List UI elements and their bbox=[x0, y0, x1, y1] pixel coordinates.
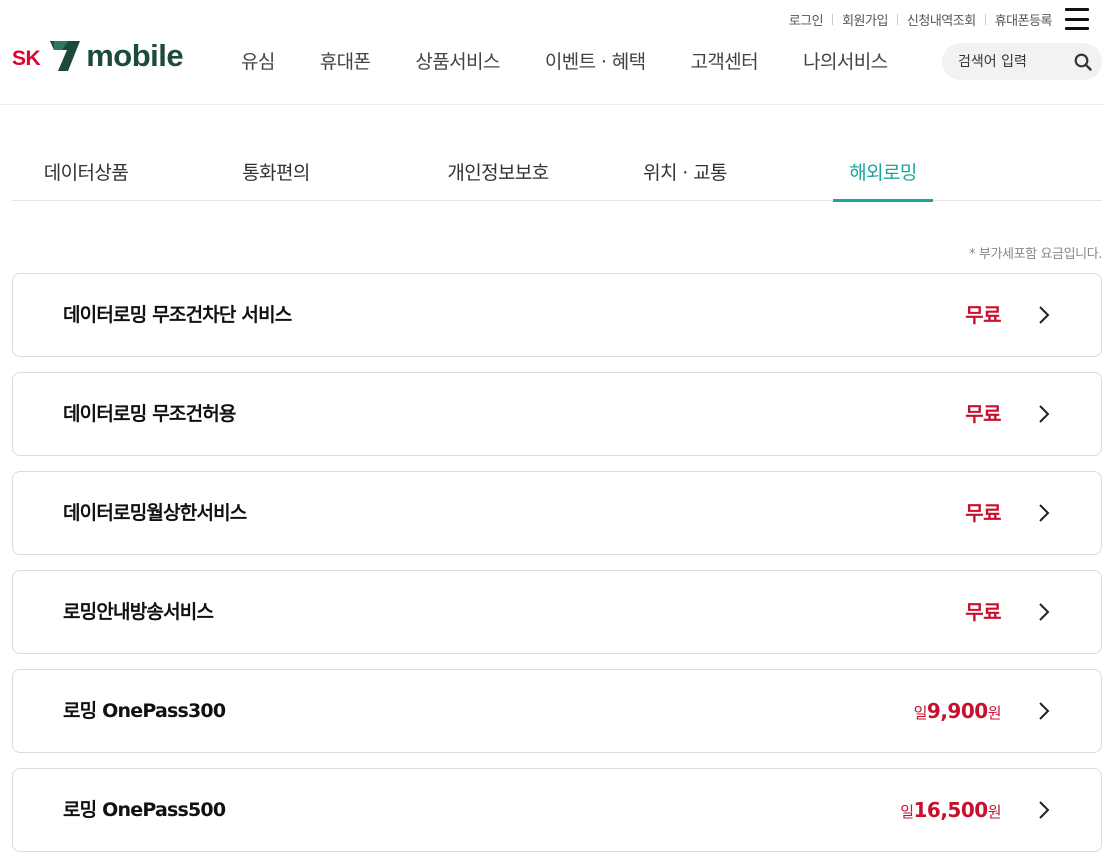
tab-call-convenience[interactable]: 통화편의 bbox=[226, 148, 326, 201]
vat-note: * 부가세포함 요금입니다. bbox=[969, 247, 1102, 262]
nav-item-support[interactable]: 고객센터 bbox=[691, 47, 759, 74]
logo-sk: SK bbox=[12, 47, 41, 70]
logo-text: mobile bbox=[86, 38, 184, 73]
service-name: 로밍 OnePass500 bbox=[63, 799, 226, 821]
service-name: 데이터로밍 무조건허용 bbox=[63, 403, 236, 425]
tab-global-roaming[interactable]: 해외로밍 bbox=[833, 148, 933, 202]
search-input[interactable] bbox=[958, 53, 1068, 70]
site-header: 로그인 회원가입 신청내역조회 휴대폰등록 SK mobile 유심 휴대폰 상… bbox=[0, 0, 1105, 105]
service-price: 일9,900원 bbox=[913, 699, 1002, 723]
service-price: 일16,500원 bbox=[900, 798, 1001, 822]
divider bbox=[832, 14, 834, 25]
main-nav: 유심 휴대폰 상품서비스 이벤트 · 혜택 고객센터 나의서비스 bbox=[219, 47, 888, 74]
service-price: 무료 bbox=[965, 402, 1001, 426]
chevron-right-icon bbox=[1039, 504, 1050, 522]
chevron-right-icon bbox=[1039, 702, 1050, 720]
tab-privacy[interactable]: 개인정보보호 bbox=[428, 148, 568, 201]
chevron-right-icon bbox=[1039, 801, 1050, 819]
nav-item-usim[interactable]: 유심 bbox=[241, 47, 275, 74]
signup-link[interactable]: 회원가입 bbox=[842, 10, 888, 29]
search-icon[interactable] bbox=[1074, 53, 1092, 71]
service-name: 로밍 OnePass300 bbox=[63, 700, 226, 722]
divider bbox=[984, 14, 986, 25]
service-price: 무료 bbox=[965, 303, 1001, 327]
search-box bbox=[942, 43, 1102, 80]
service-price: 무료 bbox=[965, 600, 1001, 624]
list-item[interactable]: 데이터로밍 무조건허용 무료 bbox=[12, 372, 1102, 456]
nav-item-phone[interactable]: 휴대폰 bbox=[320, 47, 371, 74]
tab-location-traffic[interactable]: 위치 · 교통 bbox=[630, 148, 740, 201]
list-item[interactable]: 데이터로밍월상한서비스 무료 bbox=[12, 471, 1102, 555]
logo[interactable]: SK mobile bbox=[12, 36, 184, 76]
nav-item-my-service[interactable]: 나의서비스 bbox=[803, 47, 888, 74]
chevron-right-icon bbox=[1039, 405, 1050, 423]
chevron-right-icon bbox=[1039, 306, 1050, 324]
nav-item-events[interactable]: 이벤트 · 혜택 bbox=[545, 47, 646, 74]
list-item[interactable]: 로밍 OnePass300 일9,900원 bbox=[12, 669, 1102, 753]
service-name: 데이터로밍 무조건차단 서비스 bbox=[63, 304, 292, 326]
category-tabs: 데이터상품 통화편의 개인정보보호 위치 · 교통 해외로밍 bbox=[12, 148, 1102, 202]
service-price: 무료 bbox=[965, 501, 1001, 525]
phone-register-link[interactable]: 휴대폰등록 bbox=[995, 10, 1053, 29]
tab-data-products[interactable]: 데이터상품 bbox=[24, 148, 148, 201]
logo-seven-mark-icon bbox=[50, 41, 81, 71]
divider bbox=[896, 14, 898, 25]
order-lookup-link[interactable]: 신청내역조회 bbox=[907, 10, 976, 29]
service-name: 로밍안내방송서비스 bbox=[63, 601, 214, 623]
service-name: 데이터로밍월상한서비스 bbox=[63, 502, 247, 524]
nav-item-products[interactable]: 상품서비스 bbox=[415, 47, 500, 74]
list-item[interactable]: 로밍 OnePass500 일16,500원 bbox=[12, 768, 1102, 852]
chevron-right-icon bbox=[1039, 603, 1050, 621]
list-item[interactable]: 로밍안내방송서비스 무료 bbox=[12, 570, 1102, 654]
utility-links: 로그인 회원가입 신청내역조회 휴대폰등록 bbox=[789, 10, 1053, 29]
list-item[interactable]: 데이터로밍 무조건차단 서비스 무료 bbox=[12, 273, 1102, 357]
login-link[interactable]: 로그인 bbox=[789, 10, 824, 29]
menu-icon[interactable] bbox=[1065, 8, 1089, 30]
